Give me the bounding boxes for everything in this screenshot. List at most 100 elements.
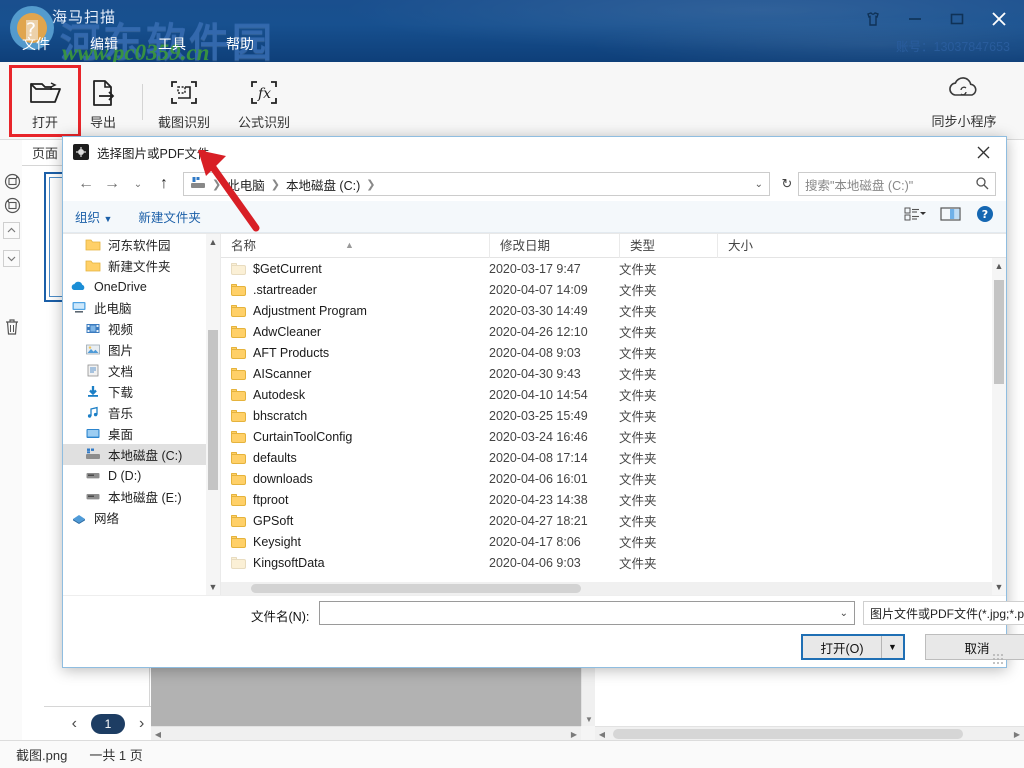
network-icon [71, 510, 87, 526]
document-horizontal-scrollbar[interactable]: ◀ ▶ [151, 726, 581, 740]
dialog-close-button[interactable] [960, 137, 1006, 167]
help-icon[interactable]: ? [976, 205, 994, 228]
move-up-icon[interactable] [3, 222, 20, 239]
breadcrumb-item-drive-c[interactable]: 本地磁盘 (C:) [286, 175, 360, 194]
chevron-down-icon: ▼ [103, 214, 113, 224]
menu-item-tools[interactable]: 工具 [158, 34, 186, 54]
text-scroll-left-icon[interactable]: ◀ [595, 727, 609, 741]
file-scroll-down-icon[interactable]: ▼ [992, 579, 1006, 595]
file-list-row[interactable]: .startreader 2020-04-07 14:09 文件夹 [221, 279, 992, 300]
forward-button[interactable]: → [99, 171, 125, 197]
menu-item-file[interactable]: 文件 [22, 34, 50, 54]
view-layout-icon[interactable] [904, 206, 926, 227]
file-list-row[interactable]: AIScanner 2020-04-30 9:43 文件夹 [221, 363, 992, 384]
refresh-button[interactable]: ↻ [776, 172, 798, 196]
new-folder-button[interactable]: 新建文件夹 [138, 207, 201, 226]
menu-item-edit[interactable]: 编辑 [90, 34, 118, 54]
organize-menu-button[interactable]: 组织 ▼ [75, 207, 112, 226]
filename-input[interactable]: ⌄ [319, 601, 855, 625]
open-button[interactable]: 打开(O) ▼ [801, 634, 905, 660]
navpane-item-10[interactable]: 本地磁盘 (C:) [63, 444, 220, 465]
file-list-row[interactable]: KingsoftData 2020-04-06 9:03 文件夹 [221, 552, 992, 573]
toolbar-open-button[interactable]: 打开 [9, 65, 81, 137]
file-list-row[interactable]: AdwCleaner 2020-04-26 12:10 文件夹 [221, 321, 992, 342]
file-list-row[interactable]: bhscratch 2020-03-25 15:49 文件夹 [221, 405, 992, 426]
file-hscroll-thumb[interactable] [251, 584, 581, 593]
delete-icon[interactable] [3, 316, 21, 338]
file-list-row[interactable]: GPSoft 2020-04-27 18:21 文件夹 [221, 510, 992, 531]
file-list-row[interactable]: defaults 2020-04-08 17:14 文件夹 [221, 447, 992, 468]
file-list-row[interactable]: CurtainToolConfig 2020-03-24 16:46 文件夹 [221, 426, 992, 447]
navpane-scrollbar[interactable]: ▲ ▼ [206, 234, 220, 595]
move-down-icon[interactable] [3, 250, 20, 267]
navpane-item-7[interactable]: 下载 [63, 381, 220, 402]
toolbar-formula-ocr-button[interactable]: fx 公式识别 [228, 68, 300, 134]
navpane-item-9[interactable]: 桌面 [63, 423, 220, 444]
navpane-item-4[interactable]: 视频 [63, 318, 220, 339]
column-header-name[interactable]: 名称 ▲ [221, 234, 489, 258]
navpane-item-5[interactable]: 图片 [63, 339, 220, 360]
navpane-item-3[interactable]: 此电脑 [63, 297, 220, 318]
file-list-row[interactable]: AFT Products 2020-04-08 9:03 文件夹 [221, 342, 992, 363]
navpane-item-11[interactable]: D (D:) [63, 465, 220, 486]
file-list-row[interactable]: Keysight 2020-04-17 8:06 文件夹 [221, 531, 992, 552]
toolbar-sync-button[interactable]: 同步小程序 [912, 68, 1016, 134]
current-page-indicator[interactable]: 1 [91, 713, 125, 734]
rotate-left-icon[interactable] [3, 196, 21, 214]
breadcrumb[interactable]: ❯ 此电脑 ❯ 本地磁盘 (C:) ❯ ⌄ [183, 172, 770, 196]
cancel-button[interactable]: 取消 [925, 634, 1024, 660]
file-name-label: GPSoft [253, 513, 294, 528]
maximize-button[interactable] [936, 4, 978, 34]
file-type-filter-select[interactable]: 图片文件或PDF文件(*.jpg;*.pn ⌄ [863, 601, 1024, 625]
toolbar-export-button[interactable]: 导出 [70, 68, 136, 134]
filename-dropdown-icon[interactable]: ⌄ [840, 608, 848, 619]
next-page-button[interactable]: › [139, 715, 144, 733]
navpane-item-6[interactable]: 文档 [63, 360, 220, 381]
skin-icon[interactable] [852, 4, 894, 34]
scroll-down-icon[interactable]: ▼ [582, 712, 596, 726]
rotate-right-icon[interactable] [3, 172, 21, 190]
column-header-name-label: 名称 [231, 238, 257, 253]
navpane-item-1[interactable]: 新建文件夹 [63, 255, 220, 276]
file-list-hscrollbar[interactable] [221, 582, 992, 595]
open-button-dropdown-icon[interactable]: ▼ [881, 636, 903, 658]
scroll-left-icon[interactable]: ◀ [151, 727, 165, 741]
file-date-cell: 2020-03-24 16:46 [489, 429, 588, 444]
file-list-row[interactable]: $GetCurrent 2020-03-17 9:47 文件夹 [221, 258, 992, 279]
navpane-scroll-thumb[interactable] [208, 330, 218, 490]
navpane-item-13[interactable]: 网络 [63, 507, 220, 528]
text-hscroll-thumb[interactable] [613, 729, 963, 739]
navpane-scroll-up-icon[interactable]: ▲ [206, 234, 220, 250]
file-list-row[interactable]: ftproot 2020-04-23 14:38 文件夹 [221, 489, 992, 510]
up-button[interactable]: ↑ [151, 171, 177, 197]
column-header-size[interactable]: 大小 [717, 234, 807, 258]
navpane-item-12[interactable]: 本地磁盘 (E:) [63, 486, 220, 507]
file-list-row[interactable]: Adjustment Program 2020-03-30 14:49 文件夹 [221, 300, 992, 321]
back-button[interactable]: ← [73, 171, 99, 197]
search-input[interactable]: 搜索"本地磁盘 (C:)" [798, 172, 996, 196]
close-button[interactable] [978, 4, 1020, 34]
prev-page-button[interactable]: ‹ [72, 715, 77, 733]
column-header-type[interactable]: 类型 [619, 234, 717, 258]
preview-pane-icon[interactable] [940, 206, 962, 227]
navpane-item-8[interactable]: 音乐 [63, 402, 220, 423]
text-scroll-right-icon[interactable]: ▶ [1010, 727, 1024, 741]
file-list-row[interactable]: Autodesk 2020-04-10 14:54 文件夹 [221, 384, 992, 405]
resize-grip[interactable] [993, 654, 1003, 664]
file-list-row[interactable]: downloads 2020-04-06 16:01 文件夹 [221, 468, 992, 489]
breadcrumb-dropdown-icon[interactable]: ⌄ [755, 179, 763, 190]
text-horizontal-scrollbar[interactable]: ◀ ▶ [595, 726, 1024, 740]
breadcrumb-item-this-pc[interactable]: 此电脑 [227, 175, 265, 194]
menu-item-help[interactable]: 帮助 [226, 34, 254, 54]
navpane-item-0[interactable]: 河东软件园 [63, 234, 220, 255]
toolbar-screenshot-ocr-button[interactable]: 截图识别 [148, 68, 220, 134]
history-dropdown-button[interactable]: ⌄ [125, 171, 151, 197]
file-scroll-up-icon[interactable]: ▲ [992, 258, 1006, 274]
scroll-right-icon[interactable]: ▶ [567, 727, 581, 741]
column-header-date[interactable]: 修改日期 [489, 234, 619, 258]
file-scroll-thumb[interactable] [994, 280, 1004, 384]
file-list-scrollbar[interactable]: ▲ ▼ [992, 258, 1006, 595]
minimize-button[interactable] [894, 4, 936, 34]
navpane-item-2[interactable]: OneDrive [63, 276, 220, 297]
navpane-scroll-down-icon[interactable]: ▼ [206, 579, 220, 595]
